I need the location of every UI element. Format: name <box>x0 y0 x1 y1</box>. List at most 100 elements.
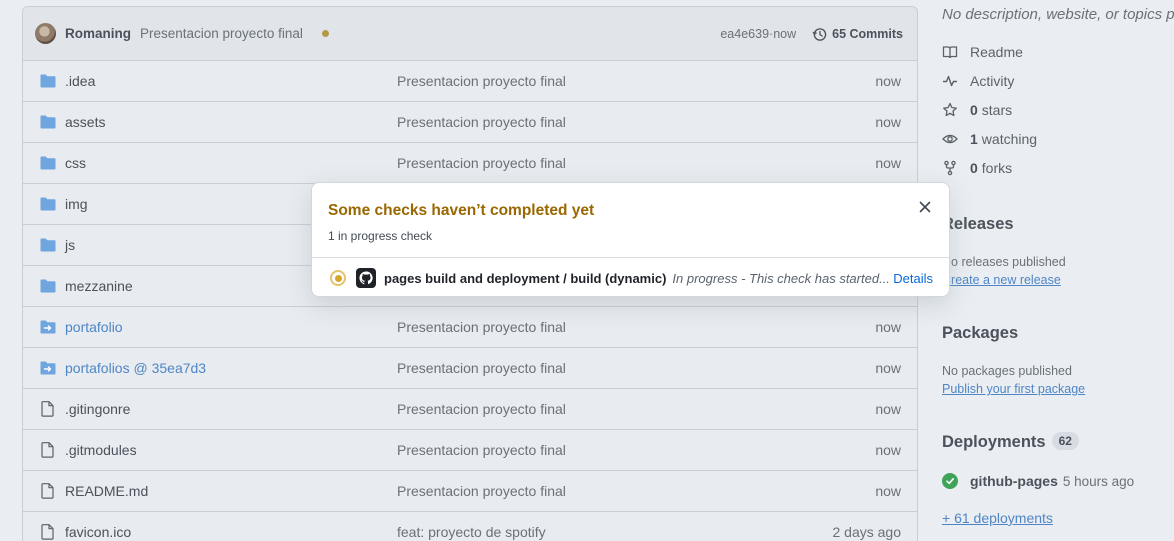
readme-label: Readme <box>970 44 1023 60</box>
close-button[interactable] <box>917 199 933 215</box>
history-icon <box>812 27 827 41</box>
file-commit-message[interactable]: feat: proyecto de spotify <box>397 524 546 540</box>
file-commit-time: now <box>875 155 901 171</box>
file-name-link[interactable]: .gitmodules <box>65 442 137 458</box>
deployment-name: github-pages <box>970 473 1058 489</box>
popover-title: Some checks haven’t completed yet <box>328 202 595 219</box>
file-commit-message[interactable]: Presentacion proyecto final <box>397 360 566 376</box>
file-commit-message[interactable]: Presentacion proyecto final <box>397 319 566 335</box>
file-icon <box>39 483 56 500</box>
deployments-heading-label: Deployments <box>942 433 1046 451</box>
about-description: No description, website, or topics provi… <box>942 6 1174 23</box>
more-deployments-link[interactable]: + 61 deployments <box>942 510 1053 526</box>
watching-label: watching <box>981 131 1038 147</box>
deployments-heading[interactable]: Deployments 62 <box>942 432 1079 452</box>
file-row[interactable]: portafolio Presentacion proyecto final now <box>23 307 917 348</box>
github-logo-icon <box>356 268 376 288</box>
releases-empty-text: No releases published <box>942 255 1066 269</box>
commit-time: now <box>773 27 797 41</box>
folder-icon <box>39 237 56 254</box>
file-commit-time: now <box>875 73 901 89</box>
folder-icon <box>39 114 56 131</box>
commit-hash[interactable]: ea4e639 <box>720 27 769 41</box>
create-release-link[interactable]: Create a new release <box>942 273 1061 287</box>
file-row[interactable]: .gitmodules Presentacion proyecto final no… <box>23 430 917 471</box>
file-name-link[interactable]: js <box>65 237 75 253</box>
file-commit-message[interactable]: Presentacion proyecto final <box>397 442 566 458</box>
file-name-link[interactable]: mezzanine <box>65 278 133 294</box>
commit-author[interactable]: Romaning <box>65 26 131 41</box>
book-icon <box>942 44 958 60</box>
details-link[interactable]: Details <box>893 271 933 286</box>
watching-count: 1 <box>970 131 978 147</box>
file-icon <box>39 442 56 459</box>
folder-icon <box>39 278 56 295</box>
file-name-link[interactable]: .gitingonre <box>65 401 130 417</box>
eye-icon <box>942 131 958 147</box>
activity-link[interactable]: Activity <box>942 73 1014 89</box>
popover-header: Some checks haven’t completed yet 1 in p… <box>312 183 949 258</box>
file-commit-message[interactable]: Presentacion proyecto final <box>397 73 566 89</box>
folder-icon <box>39 196 56 213</box>
check-run-row: pages build and deployment / build (dyna… <box>312 258 949 296</box>
file-row[interactable]: README.md Presentacion proyecto final now <box>23 471 917 512</box>
file-row[interactable]: assets Presentacion proyecto final now <box>23 102 917 143</box>
file-commit-time: 2 days ago <box>832 524 902 540</box>
folder-icon <box>39 73 56 90</box>
file-commit-message[interactable]: Presentacion proyecto final <box>397 114 566 130</box>
file-name-link[interactable]: .idea <box>65 73 95 89</box>
file-name-link[interactable]: favicon.ico <box>65 524 131 540</box>
avatar[interactable] <box>35 23 56 44</box>
stars-link[interactable]: 0 stars <box>942 102 1012 118</box>
file-name-link[interactable]: assets <box>65 114 105 130</box>
activity-label: Activity <box>970 73 1015 89</box>
commits-count-label: 65 Commits <box>832 27 903 41</box>
file-icon <box>39 401 56 418</box>
file-name-link[interactable]: README.md <box>65 483 148 499</box>
file-commit-time: now <box>875 483 901 499</box>
file-row[interactable]: portafolios @ 35ea7d3 Presentacion proyec… <box>23 348 917 389</box>
file-commit-time: now <box>875 442 901 458</box>
file-commit-message[interactable]: Presentacion proyecto final <box>397 155 566 171</box>
file-commit-message[interactable]: Presentacion proyecto final <box>397 401 566 417</box>
latest-commit-bar: Romaning Presentacion proyecto final ea4… <box>23 7 917 61</box>
submodule-icon <box>39 319 56 336</box>
in-progress-icon <box>330 270 346 286</box>
deployment-time: 5 hours ago <box>1062 473 1135 489</box>
file-commit-time: now <box>875 360 901 376</box>
file-name-link[interactable]: css <box>65 155 86 171</box>
file-name-link[interactable]: portafolios @ 35ea7d3 <box>65 360 206 376</box>
submodule-icon <box>39 360 56 377</box>
packages-heading[interactable]: Packages <box>942 324 1018 343</box>
file-row[interactable]: .idea Presentacion proyecto final now <box>23 61 917 102</box>
stars-count: 0 <box>970 102 978 118</box>
file-commit-time: now <box>875 319 901 335</box>
file-name-link[interactable]: portafolio <box>65 319 123 335</box>
check-name[interactable]: pages build and deployment / build (dyna… <box>384 271 666 286</box>
readme-link[interactable]: Readme <box>942 44 1023 60</box>
deployment-item[interactable]: github-pages 5 hours ago <box>942 473 1134 489</box>
checks-popover: Some checks haven’t completed yet 1 in p… <box>311 182 950 297</box>
commit-meta: ea4e639 · now 65 Commits <box>720 7 903 61</box>
releases-heading[interactable]: Releases <box>942 215 1014 234</box>
file-list: .idea Presentacion proyecto final now asset… <box>23 61 917 541</box>
file-row[interactable]: .gitingonre Presentacion proyecto final no… <box>23 389 917 430</box>
file-commit-message[interactable]: Presentacion proyecto final <box>397 483 566 499</box>
forks-label: forks <box>981 160 1013 176</box>
check-circle-icon <box>942 473 958 489</box>
deployments-count-badge: 62 <box>1051 432 1079 450</box>
forks-link[interactable]: 0 forks <box>942 160 1012 176</box>
commits-link[interactable]: 65 Commits <box>812 27 903 42</box>
commit-message[interactable]: Presentacion proyecto final <box>140 26 303 41</box>
commit-status-dot[interactable] <box>321 30 329 37</box>
watching-link[interactable]: 1 watching <box>942 131 1037 147</box>
fork-icon <box>942 160 958 176</box>
file-row[interactable]: css Presentacion proyecto final now <box>23 143 917 184</box>
file-row[interactable]: favicon.ico feat: proyecto de spotify 2 da… <box>23 512 917 541</box>
forks-count: 0 <box>970 160 978 176</box>
file-name-link[interactable]: img <box>65 196 88 212</box>
file-commit-time: now <box>875 114 901 130</box>
publish-package-link[interactable]: Publish your first package <box>942 382 1085 396</box>
stars-label: stars <box>981 102 1013 118</box>
check-status: In progress - This check has started... <box>672 270 890 286</box>
